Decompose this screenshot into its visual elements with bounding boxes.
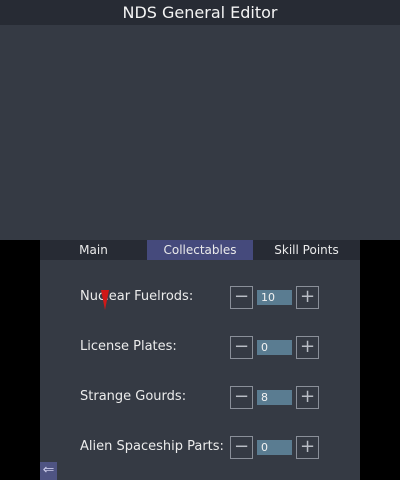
value-field[interactable]: 0 [257,440,292,455]
row-label: License Plates: [80,339,177,354]
row-nuclear-fuelrods: Nuclear Fuelrods: − 10 + [40,285,360,309]
tab-skill-points[interactable]: Skill Points [253,240,360,260]
back-arrow-icon[interactable]: ⇐ [40,462,57,480]
row-strange-gourds: Strange Gourds: − 8 + [40,385,360,409]
value-field[interactable]: 8 [257,390,292,405]
increment-button[interactable]: + [296,386,319,409]
tab-bar: Main Collectables Skill Points [40,240,360,260]
row-label: Alien Spaceship Parts: [80,439,224,454]
row-label: Strange Gourds: [80,389,187,404]
row-label: Nuclear Fuelrods: [80,289,194,304]
value-field[interactable]: 0 [257,340,292,355]
decrement-button[interactable]: − [230,336,253,359]
top-screen: NDS General Editor [0,0,400,240]
row-license-plates: License Plates: − 0 + [40,335,360,359]
increment-button[interactable]: + [296,336,319,359]
value-field[interactable]: 10 [257,290,292,305]
increment-button[interactable]: + [296,436,319,459]
increment-button[interactable]: + [296,286,319,309]
row-alien-spaceship-parts: Alien Spaceship Parts: − 0 + [40,435,360,459]
pointer-cursor-icon [101,290,109,310]
bottom-screen: Main Collectables Skill Points Nuclear F… [40,240,360,480]
decrement-button[interactable]: − [230,386,253,409]
app-title: NDS General Editor [0,0,400,25]
decrement-button[interactable]: − [230,286,253,309]
tab-collectables[interactable]: Collectables [147,240,253,260]
tab-main[interactable]: Main [40,240,147,260]
decrement-button[interactable]: − [230,436,253,459]
